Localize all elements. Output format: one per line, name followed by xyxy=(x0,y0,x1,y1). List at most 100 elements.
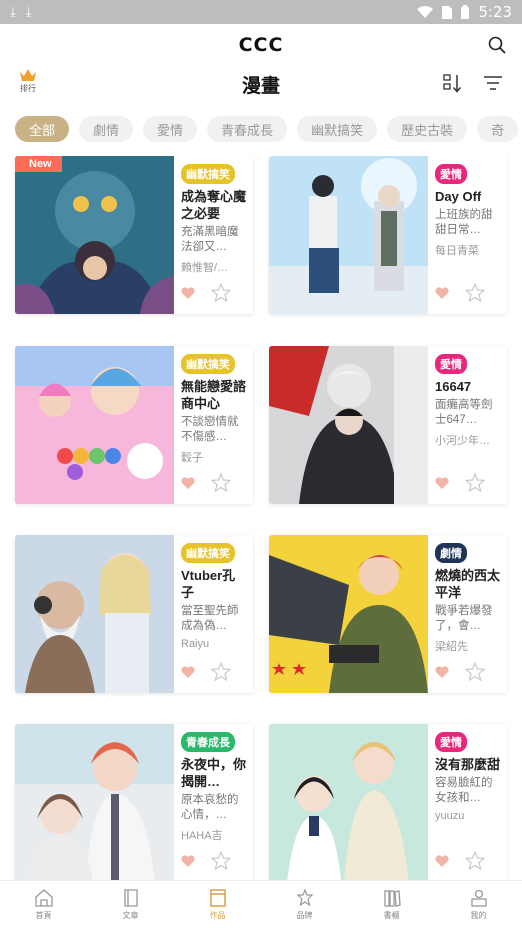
favorite-button[interactable] xyxy=(211,662,231,681)
comic-card[interactable]: 愛情 16647 面癱高等劍士647… 小河少年… xyxy=(269,346,507,504)
favorite-button[interactable] xyxy=(211,283,231,302)
comic-cover[interactable] xyxy=(269,346,428,504)
like-button[interactable] xyxy=(181,476,195,489)
comic-author: 每日青菜 xyxy=(435,245,479,257)
page-title: 漫畫 xyxy=(241,75,280,97)
star-icon xyxy=(465,662,485,681)
favorite-button[interactable] xyxy=(211,851,231,870)
nav-works-label: 作品 xyxy=(209,911,226,920)
comic-card[interactable]: 幽默搞笑 Vtuber孔子 當至聖先師成為偽… Raiyu xyxy=(15,535,253,693)
comic-title: 成為奪心魔之必要 xyxy=(181,189,247,221)
comic-description: 原本哀愁的心情，… xyxy=(181,794,239,821)
comic-author: 穀子 xyxy=(181,452,203,464)
like-button[interactable] xyxy=(181,665,195,678)
category-chip[interactable]: 愛情 xyxy=(143,116,198,142)
genre-badge: 幽默搞笑 xyxy=(181,164,235,184)
sim-icon xyxy=(442,5,453,19)
favorite-button[interactable] xyxy=(465,473,485,492)
star-icon xyxy=(465,283,485,302)
search-button[interactable] xyxy=(484,32,510,58)
category-tabs: 全部 劇情 愛情 青春成長 幽默搞笑 歷史古裝 奇 xyxy=(15,116,522,142)
heart-icon xyxy=(181,854,195,867)
bookshelf-icon xyxy=(383,890,401,907)
like-button[interactable] xyxy=(435,476,449,489)
comic-description: 不談戀情就不傷感… xyxy=(181,416,239,443)
comic-card[interactable]: 青春成長 永夜中，你揭開… 原本哀愁的心情，… HAHA吉 xyxy=(15,724,253,880)
battery-icon xyxy=(461,5,470,19)
comic-title: 永夜中，你揭開… xyxy=(181,757,247,789)
bottom-nav: 首頁 文章 作品 品牌 書櫃 我的 xyxy=(0,880,522,928)
comic-card[interactable]: 劇情 燃燒的西太平洋 戰爭若爆發了，會… 梁紹先 xyxy=(269,535,507,693)
favorite-button[interactable] xyxy=(465,662,485,681)
genre-badge: 愛情 xyxy=(435,164,467,184)
nav-works[interactable]: 作品 xyxy=(174,881,261,928)
comic-card[interactable]: 愛情 沒有那麼甜 容易臉紅的女孩和… yuuzu xyxy=(269,724,507,880)
comic-title: 燃燒的西太平洋 xyxy=(435,568,501,600)
star-icon xyxy=(211,662,231,681)
comic-title: 16647 xyxy=(435,379,472,394)
comic-title: 沒有那麼甜 xyxy=(435,757,501,772)
comic-grid: New 幽默搞笑 成為奪心魔之必要 充滿黑暗魔法卻又… 賴惟智/… 愛情 Day… xyxy=(0,156,522,880)
comic-title: 無能戀愛諮商中心 xyxy=(181,379,247,411)
article-icon xyxy=(123,889,138,907)
favorite-button[interactable] xyxy=(465,851,485,870)
comic-author: 小河少年… xyxy=(435,435,490,447)
heart-icon xyxy=(435,476,449,489)
download-icon: ⤓ xyxy=(10,4,16,19)
category-chip[interactable]: 歷史古裝 xyxy=(387,116,468,142)
comic-cover[interactable]: New xyxy=(15,156,174,314)
heart-icon xyxy=(435,665,449,678)
comic-cover[interactable] xyxy=(15,724,174,880)
category-chip[interactable]: 幽默搞笑 xyxy=(297,116,378,142)
comic-cover[interactable] xyxy=(269,156,428,314)
nav-home[interactable]: 首頁 xyxy=(0,881,87,928)
brand-logo: CCC xyxy=(238,34,284,56)
nav-profile[interactable]: 我的 xyxy=(435,881,522,928)
like-button[interactable] xyxy=(435,286,449,299)
comic-author: 梁紹先 xyxy=(435,641,468,653)
comic-title: Day Off xyxy=(435,189,482,204)
star-icon xyxy=(465,473,485,492)
category-chip[interactable]: 奇 xyxy=(477,116,519,142)
comic-cover[interactable] xyxy=(15,535,174,693)
like-button[interactable] xyxy=(435,665,449,678)
comic-cover[interactable] xyxy=(15,346,174,504)
nav-home-label: 首頁 xyxy=(35,911,52,920)
filter-button[interactable] xyxy=(482,72,506,96)
genre-badge: 幽默搞笑 xyxy=(181,543,235,563)
home-icon xyxy=(34,889,53,907)
heart-icon xyxy=(181,286,195,299)
star-icon xyxy=(465,851,485,870)
like-button[interactable] xyxy=(181,286,195,299)
comic-author: 賴惟智/… xyxy=(181,262,229,274)
nav-article[interactable]: 文章 xyxy=(87,881,174,928)
genre-badge: 劇情 xyxy=(435,543,467,563)
sort-button[interactable] xyxy=(442,72,466,96)
comic-cover[interactable] xyxy=(269,724,428,880)
status-bar: ⤓ ⤓ 5:23 xyxy=(0,0,522,24)
nav-article-label: 文章 xyxy=(122,911,139,920)
category-chip[interactable]: 全部 xyxy=(15,116,70,142)
genre-badge: 幽默搞笑 xyxy=(181,354,235,374)
like-button[interactable] xyxy=(181,854,195,867)
nav-brand[interactable]: 品牌 xyxy=(261,881,348,928)
comic-description: 上班族的甜甜日常… xyxy=(435,209,493,236)
heart-icon xyxy=(435,854,449,867)
like-button[interactable] xyxy=(435,854,449,867)
nav-bookshelf[interactable]: 書櫃 xyxy=(348,881,435,928)
ranking-button[interactable]: 排行 xyxy=(15,68,41,94)
favorite-button[interactable] xyxy=(211,473,231,492)
comic-card[interactable]: 幽默搞笑 無能戀愛諮商中心 不談戀情就不傷感… 穀子 xyxy=(15,346,253,504)
category-chip[interactable]: 青春成長 xyxy=(207,116,288,142)
comic-cover[interactable] xyxy=(269,535,428,693)
star-icon xyxy=(211,283,231,302)
crown-icon xyxy=(20,69,36,81)
category-chip[interactable]: 劇情 xyxy=(79,116,134,142)
heart-icon xyxy=(181,476,195,489)
wifi-icon xyxy=(417,6,434,18)
favorite-button[interactable] xyxy=(465,283,485,302)
comic-card[interactable]: 愛情 Day Off 上班族的甜甜日常… 每日青菜 xyxy=(269,156,507,314)
comic-author: yuuzu xyxy=(435,810,465,822)
ranking-label: 排行 xyxy=(20,84,36,93)
comic-card[interactable]: New 幽默搞笑 成為奪心魔之必要 充滿黑暗魔法卻又… 賴惟智/… xyxy=(15,156,253,314)
